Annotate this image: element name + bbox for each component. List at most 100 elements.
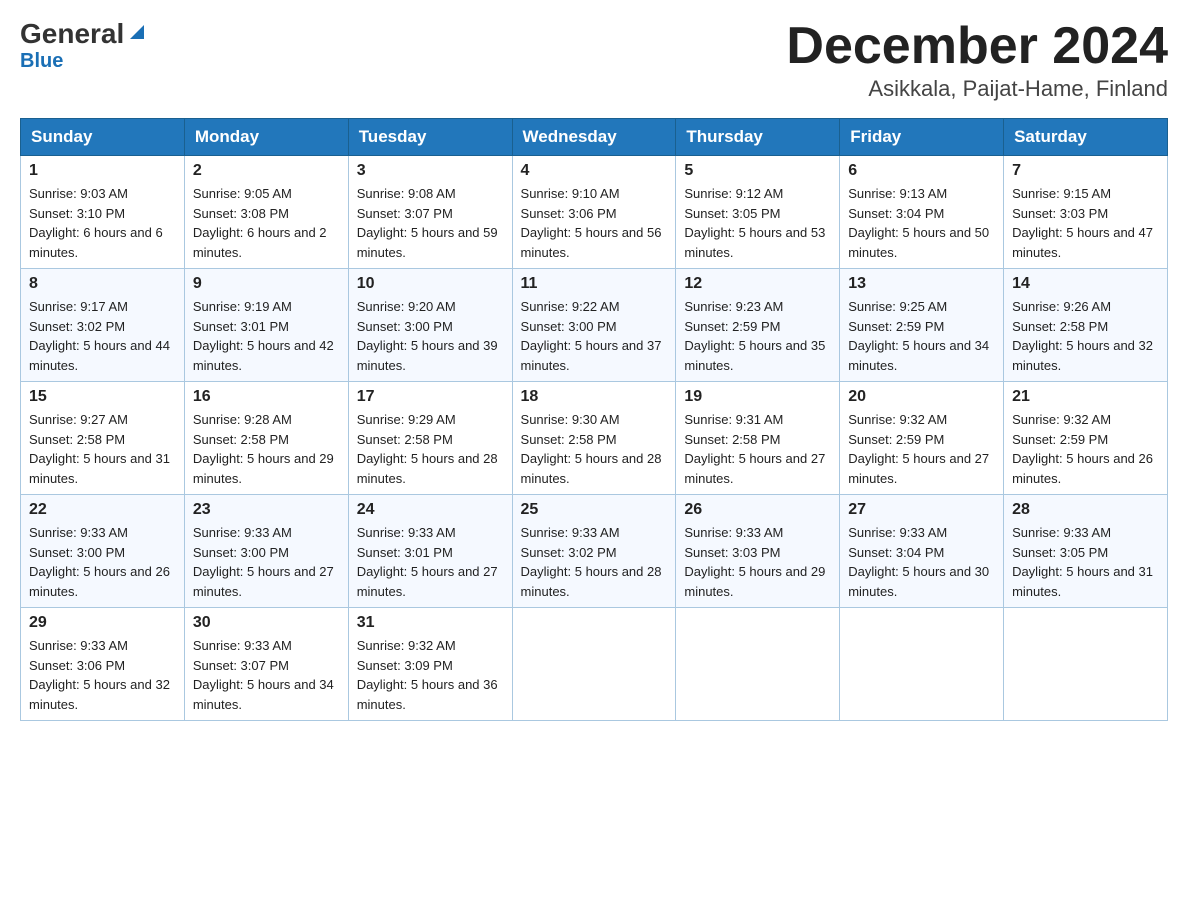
table-row: 3Sunrise: 9:08 AMSunset: 3:07 PMDaylight… <box>348 156 512 269</box>
day-info: Sunrise: 9:31 AMSunset: 2:58 PMDaylight:… <box>684 410 831 488</box>
table-row: 5Sunrise: 9:12 AMSunset: 3:05 PMDaylight… <box>676 156 840 269</box>
day-info: Sunrise: 9:32 AMSunset: 2:59 PMDaylight:… <box>1012 410 1159 488</box>
day-info: Sunrise: 9:22 AMSunset: 3:00 PMDaylight:… <box>521 297 668 375</box>
table-row: 14 Sunrise: 9:26 AMSunset: 2:58 PMDayligh… <box>1004 269 1168 382</box>
day-info: Sunrise: 9:33 AMSunset: 3:00 PMDaylight:… <box>193 523 340 601</box>
table-row: 25 Sunrise: 9:33 AMSunset: 3:02 PMDayligh… <box>512 495 676 608</box>
calendar-week-row: 29 Sunrise: 9:33 AMSunset: 3:06 PMDayligh… <box>21 608 1168 721</box>
table-row: 1Sunrise: 9:03 AMSunset: 3:10 PMDaylight… <box>21 156 185 269</box>
location-subtitle: Asikkala, Paijat-Hame, Finland <box>786 76 1168 102</box>
day-info: Sunrise: 9:32 AMSunset: 2:59 PMDaylight:… <box>848 410 995 488</box>
day-info: Sunrise: 9:23 AMSunset: 2:59 PMDaylight:… <box>684 297 831 375</box>
day-number: 6 <box>848 162 995 180</box>
table-row <box>1004 608 1168 721</box>
page-header: General Blue December 2024 Asikkala, Pai… <box>20 20 1168 102</box>
day-info: Sunrise: 9:33 AMSunset: 3:04 PMDaylight:… <box>848 523 995 601</box>
day-info: Sunrise: 9:26 AMSunset: 2:58 PMDaylight:… <box>1012 297 1159 375</box>
table-row <box>676 608 840 721</box>
day-info: Sunrise: 9:33 AMSunset: 3:00 PMDaylight:… <box>29 523 176 601</box>
day-number: 19 <box>684 388 831 406</box>
day-info: Sunrise: 9:03 AMSunset: 3:10 PMDaylight:… <box>29 184 176 262</box>
day-info: Sunrise: 9:27 AMSunset: 2:58 PMDaylight:… <box>29 410 176 488</box>
col-sunday: Sunday <box>21 119 185 156</box>
day-info: Sunrise: 9:33 AMSunset: 3:06 PMDaylight:… <box>29 636 176 714</box>
day-number: 16 <box>193 388 340 406</box>
logo-blue: Blue <box>20 50 63 73</box>
day-number: 29 <box>29 614 176 632</box>
table-row <box>840 608 1004 721</box>
day-number: 21 <box>1012 388 1159 406</box>
table-row: 9Sunrise: 9:19 AMSunset: 3:01 PMDaylight… <box>184 269 348 382</box>
logo: General Blue <box>20 20 148 73</box>
day-number: 27 <box>848 501 995 519</box>
day-number: 23 <box>193 501 340 519</box>
table-row: 6 Sunrise: 9:13 AMSunset: 3:04 PMDaylight… <box>840 156 1004 269</box>
day-number: 15 <box>29 388 176 406</box>
table-row: 28 Sunrise: 9:33 AMSunset: 3:05 PMDayligh… <box>1004 495 1168 608</box>
table-row: 8Sunrise: 9:17 AMSunset: 3:02 PMDaylight… <box>21 269 185 382</box>
day-number: 7 <box>1012 162 1159 180</box>
day-number: 10 <box>357 275 504 293</box>
table-row: 12 Sunrise: 9:23 AMSunset: 2:59 PMDayligh… <box>676 269 840 382</box>
table-row: 17 Sunrise: 9:29 AMSunset: 2:58 PMDayligh… <box>348 382 512 495</box>
day-number: 30 <box>193 614 340 632</box>
table-row: 22 Sunrise: 9:33 AMSunset: 3:00 PMDayligh… <box>21 495 185 608</box>
calendar-week-row: 8Sunrise: 9:17 AMSunset: 3:02 PMDaylight… <box>21 269 1168 382</box>
table-row: 2 Sunrise: 9:05 AMSunset: 3:08 PMDaylight… <box>184 156 348 269</box>
table-row: 4 Sunrise: 9:10 AMSunset: 3:06 PMDaylight… <box>512 156 676 269</box>
col-saturday: Saturday <box>1004 119 1168 156</box>
table-row: 15 Sunrise: 9:27 AMSunset: 2:58 PMDayligh… <box>21 382 185 495</box>
col-wednesday: Wednesday <box>512 119 676 156</box>
day-number: 25 <box>521 501 668 519</box>
day-number: 18 <box>521 388 668 406</box>
day-info: Sunrise: 9:33 AMSunset: 3:02 PMDaylight:… <box>521 523 668 601</box>
table-row: 13 Sunrise: 9:25 AMSunset: 2:59 PMDayligh… <box>840 269 1004 382</box>
day-info: Sunrise: 9:12 AMSunset: 3:05 PMDaylight:… <box>684 184 831 262</box>
table-row: 18Sunrise: 9:30 AMSunset: 2:58 PMDayligh… <box>512 382 676 495</box>
calendar-week-row: 22 Sunrise: 9:33 AMSunset: 3:00 PMDayligh… <box>21 495 1168 608</box>
table-row: 19 Sunrise: 9:31 AMSunset: 2:58 PMDayligh… <box>676 382 840 495</box>
day-number: 13 <box>848 275 995 293</box>
day-info: Sunrise: 9:19 AMSunset: 3:01 PMDaylight:… <box>193 297 340 375</box>
day-info: Sunrise: 9:33 AMSunset: 3:07 PMDaylight:… <box>193 636 340 714</box>
day-info: Sunrise: 9:10 AMSunset: 3:06 PMDaylight:… <box>521 184 668 262</box>
day-number: 14 <box>1012 275 1159 293</box>
day-info: Sunrise: 9:28 AMSunset: 2:58 PMDaylight:… <box>193 410 340 488</box>
table-row: 21 Sunrise: 9:32 AMSunset: 2:59 PMDayligh… <box>1004 382 1168 495</box>
table-row: 10 Sunrise: 9:20 AMSunset: 3:00 PMDayligh… <box>348 269 512 382</box>
day-info: Sunrise: 9:29 AMSunset: 2:58 PMDaylight:… <box>357 410 504 488</box>
table-row: 30 Sunrise: 9:33 AMSunset: 3:07 PMDayligh… <box>184 608 348 721</box>
table-row: 31 Sunrise: 9:32 AMSunset: 3:09 PMDayligh… <box>348 608 512 721</box>
table-row <box>512 608 676 721</box>
day-number: 17 <box>357 388 504 406</box>
month-title: December 2024 <box>786 20 1168 72</box>
day-number: 8 <box>29 275 176 293</box>
day-number: 31 <box>357 614 504 632</box>
table-row: 20 Sunrise: 9:32 AMSunset: 2:59 PMDayligh… <box>840 382 1004 495</box>
table-row: 7 Sunrise: 9:15 AMSunset: 3:03 PMDaylight… <box>1004 156 1168 269</box>
calendar-table: Sunday Monday Tuesday Wednesday Thursday… <box>20 118 1168 721</box>
day-number: 11 <box>521 275 668 293</box>
day-info: Sunrise: 9:05 AMSunset: 3:08 PMDaylight:… <box>193 184 340 262</box>
day-number: 2 <box>193 162 340 180</box>
day-info: Sunrise: 9:20 AMSunset: 3:00 PMDaylight:… <box>357 297 504 375</box>
day-number: 26 <box>684 501 831 519</box>
day-info: Sunrise: 9:15 AMSunset: 3:03 PMDaylight:… <box>1012 184 1159 262</box>
day-number: 12 <box>684 275 831 293</box>
day-info: Sunrise: 9:33 AMSunset: 3:05 PMDaylight:… <box>1012 523 1159 601</box>
day-number: 22 <box>29 501 176 519</box>
calendar-week-row: 15 Sunrise: 9:27 AMSunset: 2:58 PMDayligh… <box>21 382 1168 495</box>
day-number: 20 <box>848 388 995 406</box>
col-thursday: Thursday <box>676 119 840 156</box>
day-number: 4 <box>521 162 668 180</box>
day-info: Sunrise: 9:33 AMSunset: 3:03 PMDaylight:… <box>684 523 831 601</box>
day-info: Sunrise: 9:32 AMSunset: 3:09 PMDaylight:… <box>357 636 504 714</box>
logo-general: General <box>20 20 124 48</box>
title-block: December 2024 Asikkala, Paijat-Hame, Fin… <box>786 20 1168 102</box>
day-number: 24 <box>357 501 504 519</box>
day-info: Sunrise: 9:08 AMSunset: 3:07 PMDaylight:… <box>357 184 504 262</box>
day-info: Sunrise: 9:25 AMSunset: 2:59 PMDaylight:… <box>848 297 995 375</box>
table-row: 16 Sunrise: 9:28 AMSunset: 2:58 PMDayligh… <box>184 382 348 495</box>
day-number: 28 <box>1012 501 1159 519</box>
day-info: Sunrise: 9:13 AMSunset: 3:04 PMDaylight:… <box>848 184 995 262</box>
